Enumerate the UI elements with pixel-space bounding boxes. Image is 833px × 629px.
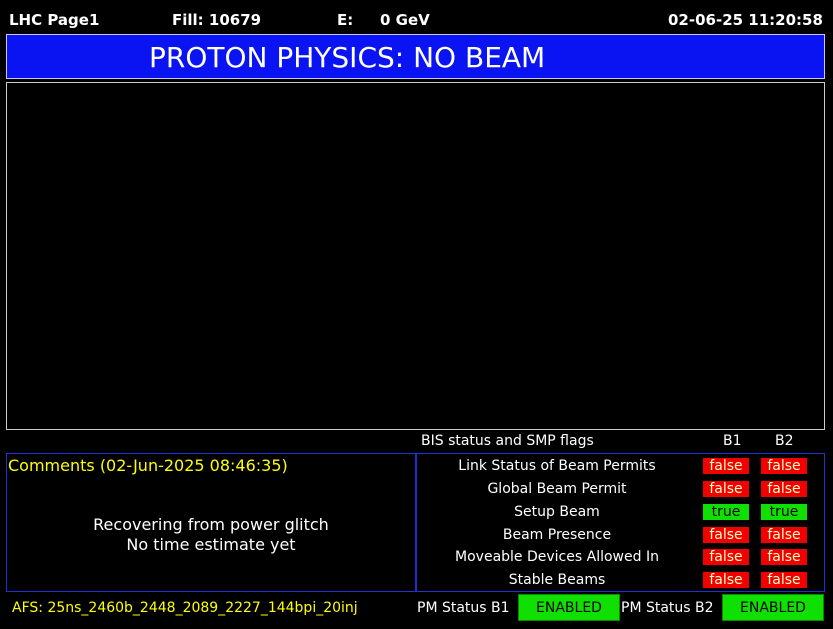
- bis-section-title: BIS status and SMP flags: [421, 433, 594, 449]
- flag-b2-value: false: [761, 549, 807, 565]
- flag-label: Global Beam Permit: [487, 481, 627, 497]
- flag-b2-value: false: [761, 527, 807, 543]
- pm-status-b2-badge: ENABLED: [722, 594, 824, 621]
- flag-b1-value: false: [703, 481, 749, 497]
- energy-label: E:: [337, 11, 354, 29]
- machine-mode-text: PROTON PHYSICS: NO BEAM: [149, 41, 546, 74]
- flag-label: Moveable Devices Allowed In: [455, 549, 659, 565]
- energy-value: 0 GeV: [380, 11, 430, 29]
- comments-title: Comments (02-Jun-2025 08:46:35): [8, 456, 288, 475]
- flag-b1-value: false: [703, 549, 749, 565]
- flag-label: Link Status of Beam Permits: [458, 458, 656, 474]
- pm-status-b2-label: PM Status B2: [621, 600, 714, 616]
- flag-b2-value: false: [761, 458, 807, 474]
- bis-flags-panel: Link Status of Beam Permits false false …: [416, 453, 825, 592]
- flag-b2-value: true: [761, 504, 807, 520]
- pm-status-b1-badge: ENABLED: [518, 594, 620, 621]
- flag-b2-value: false: [761, 481, 807, 497]
- datetime: 02-06-25 11:20:58: [668, 11, 823, 29]
- comment-line-1: Recovering from power glitch: [93, 515, 329, 534]
- comments-panel: Comments (02-Jun-2025 08:46:35) Recoveri…: [6, 453, 416, 592]
- flag-b2-value: false: [761, 572, 807, 588]
- afs-filling-scheme: AFS: 25ns_2460b_2448_2089_2227_144bpi_20…: [12, 600, 358, 616]
- machine-mode-banner: PROTON PHYSICS: NO BEAM: [6, 34, 825, 79]
- pm-status-b1-label: PM Status B1: [417, 600, 510, 616]
- comment-line-2: No time estimate yet: [126, 535, 296, 554]
- flag-b1-value: true: [703, 504, 749, 520]
- top-status-bar: LHC Page1 Fill: 10679 E: 0 GeV 02-06-25 …: [0, 0, 833, 34]
- footer-bar: AFS: 25ns_2460b_2448_2089_2227_144bpi_20…: [0, 593, 833, 629]
- column-header-b2: B2: [775, 433, 794, 449]
- column-header-b1: B1: [723, 433, 742, 449]
- flag-label: Beam Presence: [502, 527, 612, 543]
- fill-number: Fill: 10679: [172, 11, 262, 29]
- flag-label: Stable Beams: [508, 572, 606, 588]
- flag-label: Setup Beam: [514, 504, 600, 520]
- flag-b1-value: false: [703, 527, 749, 543]
- page-name: LHC Page1: [9, 11, 100, 29]
- flag-b1-value: false: [703, 572, 749, 588]
- flag-b1-value: false: [703, 458, 749, 474]
- main-display-area: [6, 82, 825, 430]
